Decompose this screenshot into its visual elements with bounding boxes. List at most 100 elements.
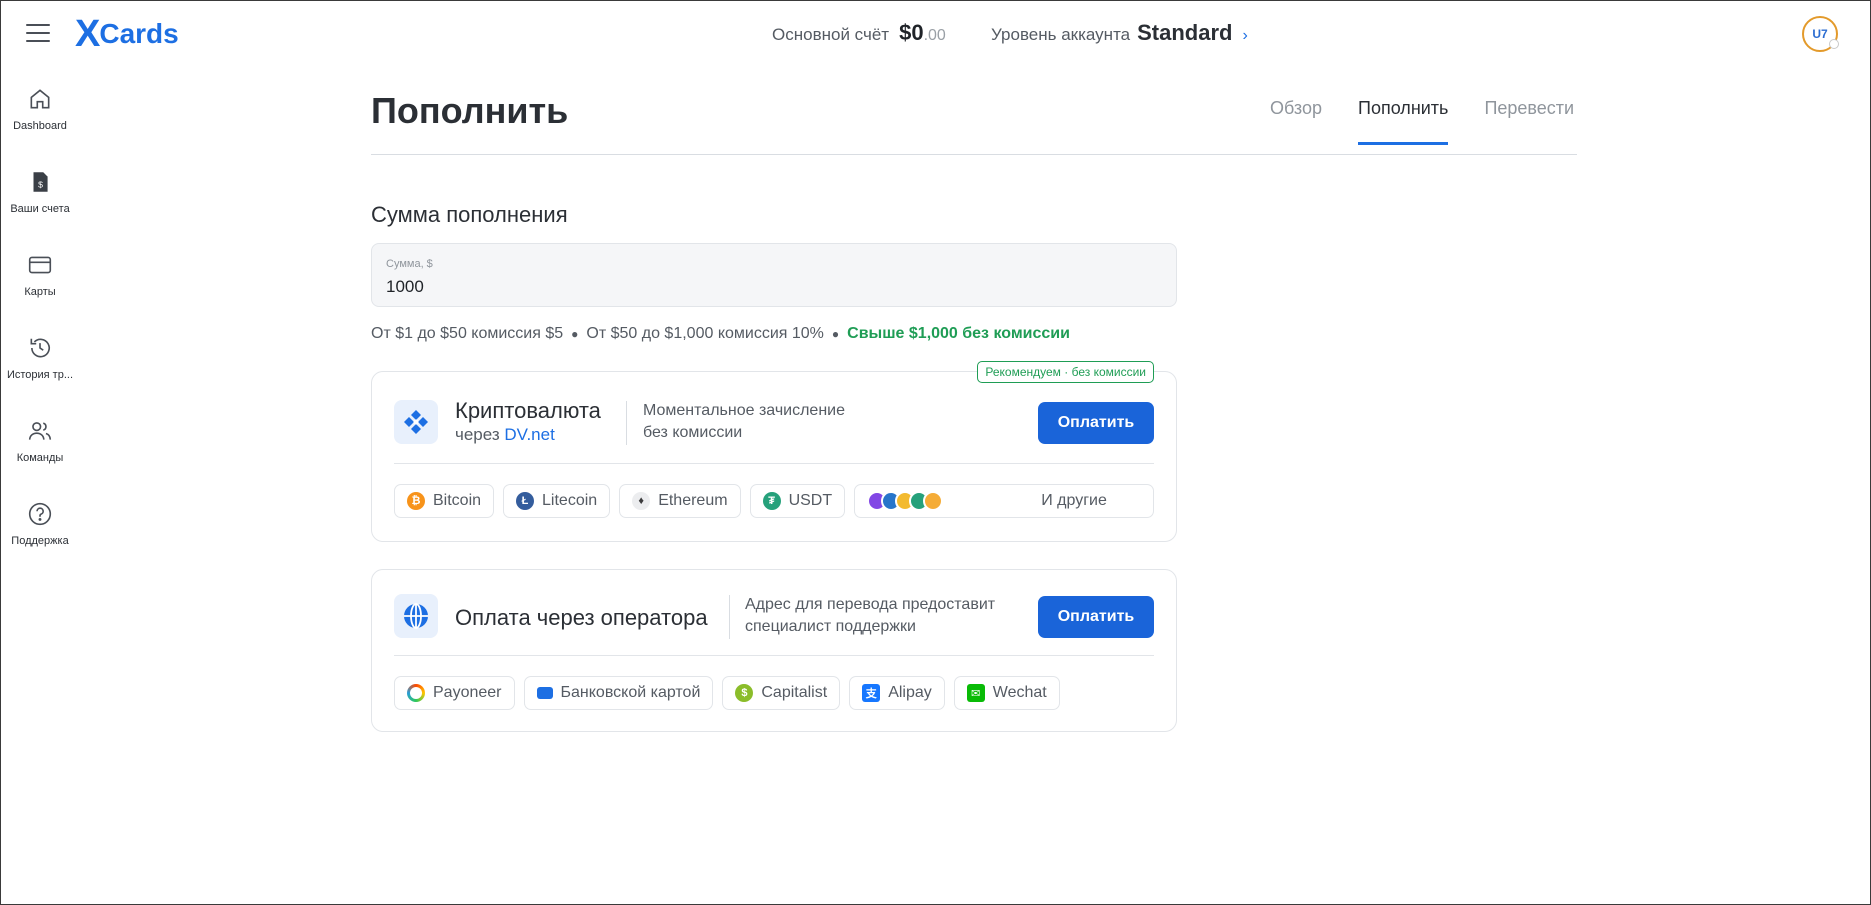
dvnet-link[interactable]: DV.net — [504, 425, 554, 444]
crypto-title: Криптовалюта — [455, 398, 601, 423]
fee-info: От $1 до $50 комиссия $5 ● От $50 до $1,… — [371, 325, 1070, 343]
chip-ethereum: ♦ Ethereum — [619, 484, 741, 518]
more-label: И другие — [1041, 492, 1107, 509]
avatar-initials: U7 — [1812, 27, 1828, 41]
balance-label: Основной счёт — [772, 25, 890, 44]
alipay-icon: 支 — [862, 684, 881, 702]
operator-title: Оплата через оператора — [455, 605, 708, 630]
dvnet-icon — [394, 400, 438, 444]
bank-card-icon — [536, 687, 553, 699]
help-icon — [28, 502, 52, 526]
sidebar-item-dashboard[interactable]: Dashboard — [0, 86, 80, 156]
card-divider — [394, 655, 1154, 656]
level-value: Standard — [1137, 20, 1233, 45]
crypto-desc-line-2: без комиссии — [643, 424, 743, 441]
sidebar-item-accounts[interactable]: $ Ваши счета — [0, 169, 80, 239]
tab-overview[interactable]: Обзор — [1270, 98, 1322, 145]
main-balance: Основной счёт $0.00 — [772, 20, 946, 46]
vertical-divider — [729, 595, 730, 639]
chip-label: Alipay — [888, 684, 932, 701]
home-icon — [30, 89, 50, 109]
operator-desc-line-1: Адрес для перевода предоставит — [745, 596, 996, 613]
operator-pay-button[interactable]: Оплатить — [1038, 596, 1154, 638]
balance-cents: .00 — [923, 27, 946, 44]
card-divider — [394, 463, 1154, 464]
chip-bank-card: Банковской картой — [523, 676, 714, 710]
crypto-desc-line-1: Моментальное зачисление — [643, 402, 845, 419]
sidebar-item-teams[interactable]: Команды — [0, 418, 80, 488]
account-level[interactable]: Уровень аккаунта Standard › — [991, 20, 1248, 46]
sidebar-item-cards[interactable]: Карты — [0, 252, 80, 322]
history-icon — [30, 338, 50, 358]
sidebar-item-label: Поддержка — [11, 535, 69, 547]
chip-label: Capitalist — [761, 684, 828, 701]
sidebar-item-support[interactable]: Поддержка — [0, 501, 80, 571]
avatar-status-dot — [1829, 39, 1839, 49]
menu-icon[interactable] — [26, 24, 50, 42]
header-divider — [371, 154, 1577, 155]
crypto-pay-button[interactable]: Оплатить — [1038, 402, 1154, 444]
crypto-description: Моментальное зачисление без комиссии — [643, 400, 845, 444]
capitalist-icon: $ — [735, 684, 754, 702]
crypto-payment-card: Рекомендуем · без комиссии Криптовалюта … — [371, 361, 1177, 542]
payoneer-icon — [407, 684, 425, 702]
globe-icon — [394, 594, 438, 638]
sidebar-item-label: История тр... — [6, 369, 74, 381]
operator-desc-line-2: специалист поддержки — [745, 618, 916, 635]
operator-payment-card: Оплата через оператора Адрес для перевод… — [371, 569, 1177, 732]
bitcoin-icon: ₿ — [407, 492, 425, 510]
recommended-badge: Рекомендуем · без комиссии — [977, 361, 1154, 383]
balance-amount: $0 — [899, 20, 924, 45]
chip-label: Банковской картой — [560, 684, 701, 701]
chip-wechat: ✉ Wechat — [953, 676, 1060, 710]
operator-chips: Payoneer Банковской картой $ Capitalist … — [394, 676, 1154, 710]
fee-tier-3: Свыше $1,000 без комиссии — [847, 325, 1070, 342]
chip-payoneer: Payoneer — [394, 676, 515, 710]
litecoin-icon: Ł — [516, 492, 535, 510]
card-icon — [28, 256, 52, 274]
sidebar-item-label: Команды — [16, 452, 64, 464]
tab-transfer[interactable]: Перевести — [1484, 98, 1574, 145]
amount-field[interactable]: Сумма, $ — [371, 243, 1177, 307]
sidebar-item-label: Ваши счета — [10, 203, 70, 215]
chip-label: Ethereum — [658, 492, 728, 509]
chip-label: Bitcoin — [433, 492, 482, 509]
sidebar-item-history[interactable]: История тр... — [0, 335, 80, 405]
svg-text:$: $ — [38, 179, 43, 189]
logo[interactable]: X Cards — [75, 13, 179, 55]
top-bar: X Cards Основной счёт $0.00 Уровень акка… — [0, 0, 1871, 68]
chip-bitcoin: ₿ Bitcoin — [394, 484, 495, 518]
crypto-via: через DV.net — [455, 425, 555, 445]
chip-label: Payoneer — [433, 684, 502, 701]
fee-tier-2: От $50 до $1,000 комиссия 10% — [586, 325, 824, 342]
operator-description: Адрес для перевода предоставит специалис… — [745, 594, 995, 638]
amount-field-label: Сумма, $ — [386, 258, 433, 270]
chip-label: Litecoin — [542, 492, 598, 509]
tabs: Обзор Пополнить Перевести — [1270, 98, 1574, 145]
sidebar-item-label: Dashboard — [13, 120, 67, 132]
page-title: Пополнить — [371, 90, 569, 131]
logo-text: Cards — [99, 18, 179, 49]
section-title: Сумма пополнения — [371, 202, 568, 227]
tab-deposit[interactable]: Пополнить — [1358, 98, 1449, 145]
vertical-divider — [626, 401, 627, 445]
wechat-icon: ✉ — [966, 684, 985, 702]
crypto-via-text: через — [455, 425, 500, 444]
chip-more-currencies: И другие — [854, 484, 1154, 518]
level-label: Уровень аккаунта — [991, 25, 1131, 44]
logo-mark: X — [75, 13, 100, 55]
amount-input[interactable] — [386, 277, 1162, 297]
team-icon — [28, 422, 52, 440]
invoice-icon: $ — [33, 172, 48, 192]
crypto-chips: ₿ Bitcoin Ł Litecoin ♦ Ethereum ₮ USDT И… — [394, 484, 1154, 518]
chip-label: USDT — [788, 492, 833, 509]
chip-alipay: 支 Alipay — [849, 676, 945, 710]
usdt-icon: ₮ — [762, 492, 781, 510]
separator-dot: ● — [571, 327, 579, 341]
avatar[interactable]: U7 — [1802, 16, 1839, 52]
chip-capitalist: $ Capitalist — [722, 676, 841, 710]
ethereum-icon: ♦ — [632, 492, 651, 510]
chip-usdt: ₮ USDT — [749, 484, 846, 518]
fee-tier-1: От $1 до $50 комиссия $5 — [371, 325, 564, 342]
separator-dot: ● — [831, 327, 840, 341]
